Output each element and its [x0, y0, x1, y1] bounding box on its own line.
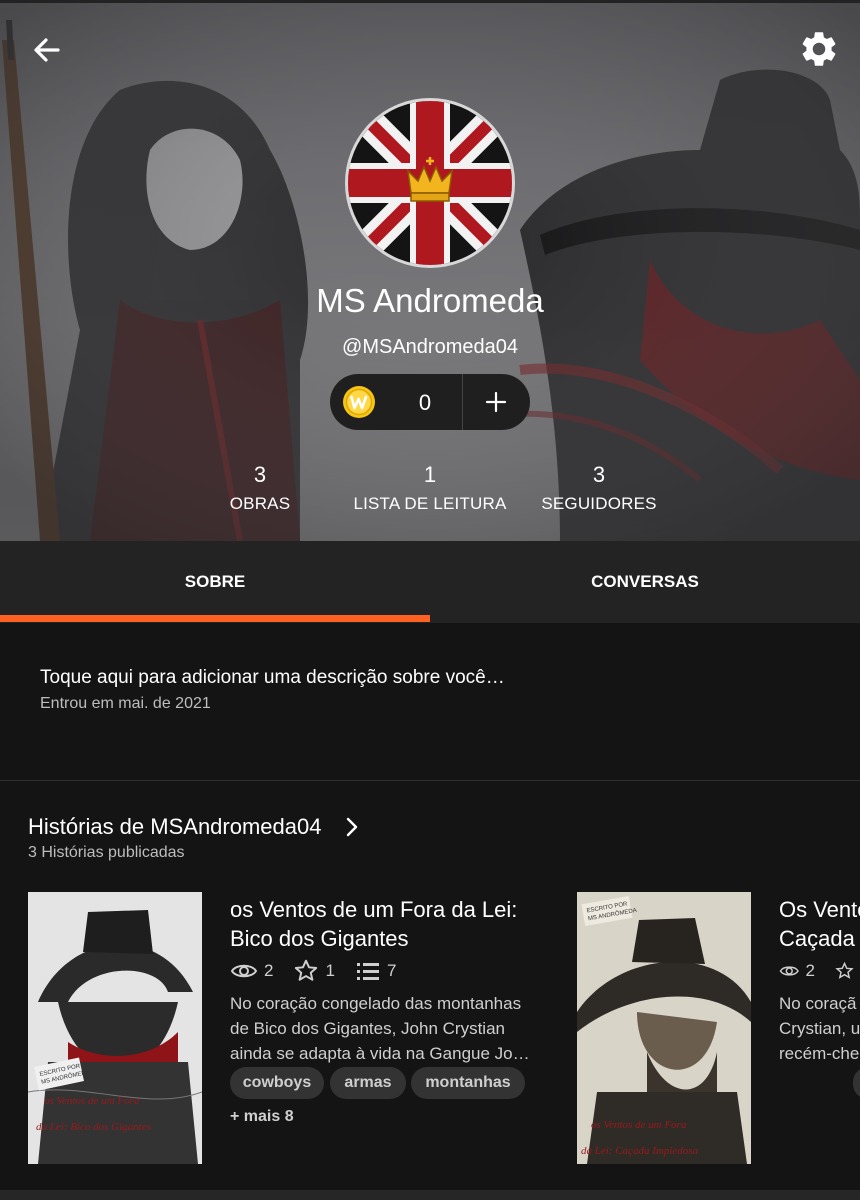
story-2-reads: 2	[805, 961, 815, 980]
gear-icon	[802, 32, 836, 66]
joined-date: Entrou em mai. de 2021	[40, 695, 211, 712]
tab-sobre[interactable]: SOBRE	[0, 541, 430, 623]
story-1-desc-line1: No coração congelado das montanhas	[230, 994, 522, 1013]
tag-armas[interactable]: armas	[330, 1067, 406, 1099]
avatar-image	[348, 101, 512, 265]
settings-button[interactable]	[798, 28, 840, 70]
profile-header: MS Andromeda @MSAndromeda04 0 3 OBRAS 1 …	[0, 0, 860, 541]
profile-handle: @MSAndromeda04	[342, 336, 518, 358]
back-button[interactable]	[28, 30, 68, 70]
story-2-desc-line1: No coraçã	[779, 994, 857, 1013]
profile-name: MS Andromeda	[316, 282, 544, 319]
stat-followers[interactable]: 3 SEGUIDORES	[489, 462, 709, 514]
coin-balance-pill[interactable]: 0	[330, 374, 530, 430]
story-1-parts: 7	[386, 961, 397, 980]
profile-tabs: SOBRE CONVERSAS	[0, 541, 860, 623]
stat-followers-label: SEGUIDORES	[541, 494, 657, 513]
story-1-reads: 2	[264, 961, 274, 980]
header-background-artwork	[0, 0, 860, 541]
story-1-desc-line3: ainda se adapta à vida na Gangue Jo…	[230, 1044, 530, 1063]
active-tab-indicator	[0, 615, 430, 622]
story-cover-2[interactable]: ESCRITO POR MS ANDRÔMEDA os Ventos de um…	[577, 892, 751, 1164]
about-description[interactable]: Toque aqui para adicionar uma descrição …	[40, 667, 505, 689]
stories-count: 3 Histórias publicadas	[28, 844, 185, 861]
more-tags-link[interactable]: + mais 8	[230, 1108, 294, 1126]
coin-count: 0	[418, 390, 432, 415]
story-1-cover-title-line2: da Lei: Bico dos Gigantes	[36, 1121, 151, 1133]
header-top-border	[0, 0, 860, 3]
story-1-desc-line2: de Bico dos Gigantes, John Crystian	[230, 1019, 505, 1038]
story-1-cover-title-line1: os Ventos de um Fora	[44, 1095, 140, 1107]
tag-partial[interactable]	[853, 1067, 860, 1099]
plus-icon	[485, 391, 507, 413]
story-2-desc-line2: Crystian, u	[779, 1019, 860, 1038]
tag-montanhas[interactable]: montanhas	[411, 1067, 525, 1099]
story-1-title-line1[interactable]: os Ventos de um Fora da Lei:	[230, 895, 550, 924]
story-cover-1[interactable]: ESCRITO POR MS ANDRÔMEDA os Ventos de um…	[28, 892, 202, 1164]
story-2-cover-title-line1: os Ventos de um Fora	[591, 1119, 687, 1131]
story-cover-art-2: ESCRITO POR MS ANDRÔMEDA os Ventos de um…	[577, 892, 751, 1164]
story-cover-art-1: ESCRITO POR MS ANDRÔMEDA os Ventos de um…	[28, 892, 202, 1164]
eye-icon	[230, 964, 258, 978]
section-divider	[0, 780, 860, 781]
eye-icon	[779, 966, 799, 976]
wattpad-coin-icon	[343, 386, 375, 418]
list-icon	[356, 963, 379, 980]
story-1-meta: 2 1 7	[230, 958, 416, 984]
star-icon	[295, 959, 318, 981]
bottom-divider	[0, 1190, 860, 1200]
story-2-title-line1[interactable]: Os Vento	[779, 895, 860, 924]
stat-followers-value: 3	[592, 462, 606, 487]
star-icon	[835, 961, 854, 979]
story-2-desc-line3: recém-che	[779, 1044, 860, 1063]
story-1-votes: 1	[325, 961, 335, 980]
buy-coins-button[interactable]	[463, 374, 530, 430]
story-2-cover-title-line2: da Lei: Caçada Impiedosa	[581, 1145, 699, 1157]
stories-section-title[interactable]: Histórias de MSAndromeda04	[28, 814, 321, 840]
tab-conversas[interactable]: CONVERSAS	[430, 541, 860, 623]
arrow-left-icon	[34, 38, 60, 62]
tag-cowboys[interactable]: cowboys	[230, 1067, 324, 1099]
chevron-right-icon[interactable]	[343, 815, 361, 839]
story-2-meta: 2	[779, 958, 860, 984]
story-1-title-line2[interactable]: Bico dos Gigantes	[230, 924, 550, 953]
story-2-title-line2[interactable]: Caçada	[779, 924, 860, 953]
avatar[interactable]	[345, 98, 515, 268]
about-section: Toque aqui para adicionar uma descrição …	[0, 623, 860, 781]
